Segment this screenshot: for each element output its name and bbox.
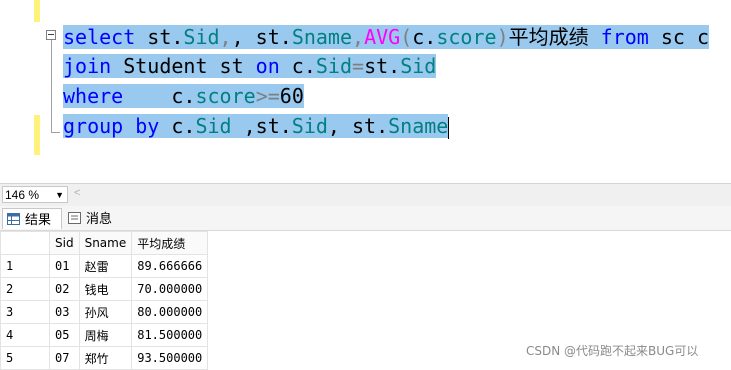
collapse-icon[interactable] [46, 30, 56, 40]
tab-messages-label: 消息 [86, 211, 113, 226]
message-icon [68, 212, 81, 224]
cell-sname[interactable]: 孙风 [78, 300, 133, 324]
sql-editor[interactable]: select st.Sid,, st.Sname,AVG(c.score)平均成… [0, 0, 731, 183]
zoom-select[interactable]: 146 % ▼ [2, 186, 68, 203]
cell-sname[interactable]: 赵雷 [78, 254, 133, 278]
table-row[interactable]: 1 01 赵雷 89.666666 [0, 254, 209, 278]
header-row: Sid Sname 平均成绩 [0, 231, 209, 255]
cell-sid[interactable]: 03 [49, 300, 80, 324]
table-row[interactable]: 5 07 郑竹 93.500000 [0, 346, 209, 370]
row-number[interactable]: 4 [0, 323, 50, 347]
cell-sid[interactable]: 02 [49, 277, 80, 301]
results-table: Sid Sname 平均成绩 1 01 赵雷 89.666666 2 02 钱电… [0, 231, 209, 370]
scroll-left-icon[interactable]: < [74, 187, 80, 199]
table-row[interactable]: 4 05 周梅 81.500000 [0, 323, 209, 347]
tab-results[interactable]: 结果 [2, 208, 62, 229]
cell-sid[interactable]: 07 [49, 346, 80, 370]
row-number[interactable]: 2 [0, 277, 50, 301]
chevron-down-icon: ▼ [55, 190, 64, 200]
cell-sid[interactable]: 01 [49, 254, 80, 278]
tab-results-label: 结果 [25, 212, 52, 227]
code-line-1[interactable]: select st.Sid,, st.Sname,AVG(c.score)平均成… [63, 23, 710, 52]
row-number[interactable]: 3 [0, 300, 50, 324]
grid-icon [7, 213, 20, 225]
cell-sname[interactable]: 郑竹 [78, 346, 133, 370]
status-strip: 146 % ▼ < [0, 183, 731, 206]
fold-guide [51, 40, 52, 132]
cell-avg[interactable]: 70.000000 [131, 277, 209, 301]
change-marker [34, 0, 40, 22]
cell-sname[interactable]: 钱电 [78, 277, 133, 301]
table-row[interactable]: 2 02 钱电 70.000000 [0, 277, 209, 301]
code-line-3[interactable]: where c.score>=60 [63, 82, 304, 111]
cell-avg[interactable]: 93.500000 [131, 346, 209, 370]
column-header-avg[interactable]: 平均成绩 [131, 231, 209, 255]
tab-messages[interactable]: 消息 [64, 208, 124, 229]
column-header-sname[interactable]: Sname [78, 231, 133, 255]
code-line-2[interactable]: join Student st on c.Sid=st.Sid [63, 52, 437, 81]
text-caret [448, 116, 450, 139]
code-line-4[interactable]: group by c.Sid ,st.Sid, st.Sname [63, 112, 450, 141]
column-header-sid[interactable]: Sid [49, 231, 80, 255]
cell-avg[interactable]: 81.500000 [131, 323, 209, 347]
cell-avg[interactable]: 80.000000 [131, 300, 209, 324]
row-number[interactable]: 1 [0, 254, 50, 278]
table-row[interactable]: 3 03 孙风 80.000000 [0, 300, 209, 324]
cell-sid[interactable]: 05 [49, 323, 80, 347]
corner-cell[interactable] [0, 231, 50, 255]
change-marker [34, 115, 40, 155]
result-tabs: 结果 消息 [0, 206, 731, 231]
fold-guide-end [51, 132, 60, 133]
cell-avg[interactable]: 89.666666 [131, 254, 209, 278]
row-number[interactable]: 5 [0, 346, 50, 370]
cell-sname[interactable]: 周梅 [78, 323, 133, 347]
watermark: CSDN @代码跑不起来BUG可以 [526, 344, 699, 358]
